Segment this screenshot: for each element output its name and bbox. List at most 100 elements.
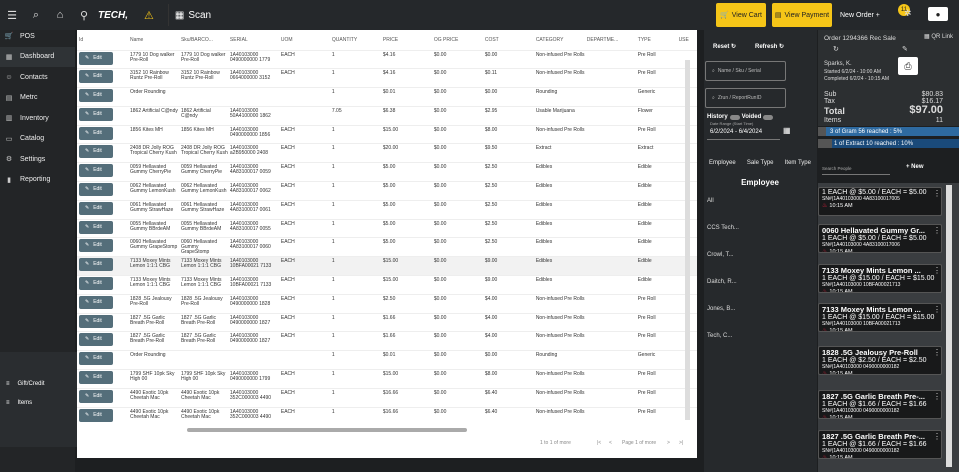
edit-button[interactable]: ✎ Edit xyxy=(79,126,113,140)
kebab-menu-icon[interactable]: ⋮ xyxy=(933,432,941,441)
edit-button[interactable]: ✎ Edit xyxy=(79,89,113,103)
voided-switch[interactable] xyxy=(763,114,774,120)
column-header[interactable]: Sku/BARCO... xyxy=(179,30,228,50)
edit-button[interactable]: ✎ Edit xyxy=(79,295,113,309)
settings-tools-icon[interactable]: ✲ xyxy=(904,8,912,19)
edit-button[interactable]: ✎ Edit xyxy=(79,314,113,328)
table-row[interactable]: ✎ Edit 1828 .5G Jealousy Pre-Roll 1828 .5G … xyxy=(77,293,697,314)
edit-button[interactable]: ✎ Edit xyxy=(79,408,113,422)
column-header[interactable]: QUANTITY xyxy=(330,30,381,50)
sidebar-item-metrc[interactable]: ▤ Metrc xyxy=(0,88,75,109)
popup-item-gift-credit[interactable]: ≡ Gift/Credit xyxy=(0,374,88,393)
edit-button[interactable]: ✎ Edit xyxy=(79,164,113,178)
kebab-menu-icon[interactable]: ⋮ xyxy=(933,189,941,198)
cart-item-card[interactable]: 1827 .5G Garlic Breath Pre-... 1 EACH @ … xyxy=(818,430,942,459)
sidebar-item-contacts[interactable]: ☺ Contacts xyxy=(0,67,75,88)
name-sku-serial-input[interactable]: ⌕ Name / Sku / Serial xyxy=(705,61,786,81)
sidebar-item-pos[interactable]: 🛒 POS xyxy=(0,26,75,47)
column-header[interactable]: PRICE xyxy=(381,30,432,50)
qr-link[interactable]: ▦ QR Link xyxy=(924,33,953,40)
new-order-button[interactable]: New Order + xyxy=(840,4,880,26)
column-header[interactable]: UOM xyxy=(279,30,330,50)
reset-button[interactable]: Reset ↻ xyxy=(713,43,736,50)
edit-button[interactable]: ✎ Edit xyxy=(79,239,113,253)
cart-scrollbar[interactable] xyxy=(946,185,952,467)
last-page-icon[interactable]: >| xyxy=(679,440,683,446)
employee-item[interactable]: Daitch, R... xyxy=(707,279,737,285)
column-header[interactable]: Id xyxy=(77,30,128,50)
table-row[interactable]: ✎ Edit Order Rounding 1 $0.01 $0.00 $0.00 Round… xyxy=(77,350,697,370)
refresh-order-icon[interactable]: ↻ xyxy=(833,45,839,53)
column-header[interactable]: SERIAL xyxy=(228,30,279,50)
table-row[interactable]: ✎ Edit 0062 Hellavated Gummy LemonKush 0062… xyxy=(77,181,697,201)
kebab-menu-icon[interactable]: ⋮ xyxy=(933,305,941,314)
zrun-input[interactable]: ⌕ Zrun / ReportRunID xyxy=(705,88,786,108)
table-row[interactable]: ✎ Edit 4490 Exotic 10pk Cheetah Mac 4490 Ex… xyxy=(77,387,697,408)
table-row[interactable]: ✎ Edit 7133 Moxey Mints Lemon 1:1:1 CBG 713… xyxy=(77,275,697,295)
table-row[interactable]: ✎ Edit 0059 Hellavated Gummy CherryPie 0059… xyxy=(77,162,697,182)
column-header[interactable]: TYPE xyxy=(636,30,677,50)
user-menu-button[interactable]: ● xyxy=(928,7,948,21)
edit-button[interactable]: ✎ Edit xyxy=(79,201,113,215)
next-page-icon[interactable]: > xyxy=(667,440,670,446)
cart-item-card[interactable]: 7133 Moxey Mints Lemon ... 1 EACH @ $15.… xyxy=(818,264,942,293)
first-page-icon[interactable]: |< xyxy=(597,440,601,446)
tab-item-type[interactable]: Item Type xyxy=(785,160,811,166)
column-header[interactable]: USE xyxy=(677,30,697,50)
history-switch[interactable] xyxy=(729,114,740,120)
new-person-button[interactable]: + New xyxy=(906,164,924,170)
print-button[interactable]: ⎙ xyxy=(898,57,918,75)
kebab-menu-icon[interactable]: ⋮ xyxy=(933,392,941,401)
date-range-input[interactable]: 6/2/2024 - 6/4/2024 xyxy=(707,126,780,140)
table-row[interactable]: ✎ Edit 0055 Hellavated Gummy BBrdeAM 0055 H… xyxy=(77,218,697,238)
pencil-icon[interactable]: ✎ xyxy=(902,45,908,53)
edit-button[interactable]: ✎ Edit xyxy=(79,352,113,366)
edit-button[interactable]: ✎ Edit xyxy=(79,183,113,197)
edit-button[interactable]: ✎ Edit xyxy=(79,389,113,403)
edit-button[interactable]: ✎ Edit xyxy=(79,220,113,234)
cart-item-card[interactable]: 1827 .5G Garlic Breath Pre-... 1 EACH @ … xyxy=(818,390,942,419)
employee-item[interactable]: Tech, C... xyxy=(707,333,732,339)
table-row[interactable]: ✎ Edit Order Rounding 1 $0.01 $0.00 $0.00 Round… xyxy=(77,87,697,107)
kebab-menu-icon[interactable]: ⋮ xyxy=(933,348,941,357)
table-row[interactable]: ✎ Edit 1827 .5G Garlic Breath Pre-Roll 1827… xyxy=(77,331,697,351)
table-row[interactable]: ✎ Edit 7133 Moxey Mints Lemon 1:1:1 CBG 713… xyxy=(77,256,697,276)
edit-button[interactable]: ✎ Edit xyxy=(79,70,113,84)
prev-page-icon[interactable]: < xyxy=(609,440,612,446)
kebab-menu-icon[interactable]: ⋮ xyxy=(933,226,941,235)
cart-item-card[interactable]: 1 EACH @ $5.00 / EACH = $5.00 SN#(1A4010… xyxy=(818,187,942,216)
column-header[interactable]: CATEGORY xyxy=(534,30,585,50)
edit-button[interactable]: ✎ Edit xyxy=(79,51,113,65)
table-row[interactable]: ✎ Edit 1799 SHF 10pk Sky High 00 1799 SHF 1… xyxy=(77,369,697,389)
table-row[interactable]: ✎ Edit 1862 Artificial C@ndy 1862 Artificia… xyxy=(77,105,697,126)
employee-item[interactable]: Jones, B... xyxy=(707,306,735,312)
sidebar-item-settings[interactable]: ⚙ Settings xyxy=(0,149,75,170)
popup-item-items[interactable]: ≡ Items xyxy=(0,393,88,412)
edit-button[interactable]: ✎ Edit xyxy=(79,371,113,385)
column-header[interactable]: COST xyxy=(483,30,534,50)
search-people-input[interactable]: Search People xyxy=(822,163,890,175)
tab-employee[interactable]: Employee xyxy=(709,160,736,166)
column-header[interactable]: OG PRICE xyxy=(432,30,483,50)
cart-item-card[interactable]: 0060 Hellavated Gummy Gr... 1 EACH @ $5.… xyxy=(818,224,942,253)
table-row[interactable]: ✎ Edit 2408 DR Jolly ROG Tropical Cherry K… xyxy=(77,143,697,163)
table-row[interactable]: ✎ Edit 3152 10 Rainbow Runtz Pre-Roll 3152 … xyxy=(77,68,697,88)
employee-item[interactable]: Crowl, T... xyxy=(707,252,734,258)
table-row[interactable]: ✎ Edit 1827 .5G Garlic Breath Pre-Roll 1827… xyxy=(77,312,697,332)
table-row[interactable]: ✎ Edit 1779 10 Dog walker Pre-Roll 1779 10 … xyxy=(77,49,697,69)
horizontal-scrollbar[interactable] xyxy=(187,428,467,432)
sidebar-item-reporting[interactable]: ▮ Reporting xyxy=(0,170,75,191)
column-header[interactable]: Name xyxy=(128,30,179,50)
sidebar-item-inventory[interactable]: ▥ Inventory xyxy=(0,108,75,129)
cart-item-card[interactable]: 7133 Moxey Mints Lemon ... 1 EACH @ $15.… xyxy=(818,303,942,332)
sidebar-item-catalog[interactable]: ▭ Catalog xyxy=(0,129,75,150)
alert-icon[interactable]: ⚠ xyxy=(144,9,154,22)
refresh-button[interactable]: Refresh ↻ xyxy=(755,43,784,50)
edit-button[interactable]: ✎ Edit xyxy=(79,258,113,272)
edit-button[interactable]: ✎ Edit xyxy=(79,277,113,291)
edit-button[interactable]: ✎ Edit xyxy=(79,145,113,159)
edit-button[interactable]: ✎ Edit xyxy=(79,333,113,347)
column-header[interactable]: DEPARTME... xyxy=(585,30,636,50)
history-toggle[interactable]: History Voided xyxy=(707,114,774,120)
cart-item-card[interactable]: 1828 .5G Jealousy Pre-Roll 1 EACH @ $2.5… xyxy=(818,346,942,375)
